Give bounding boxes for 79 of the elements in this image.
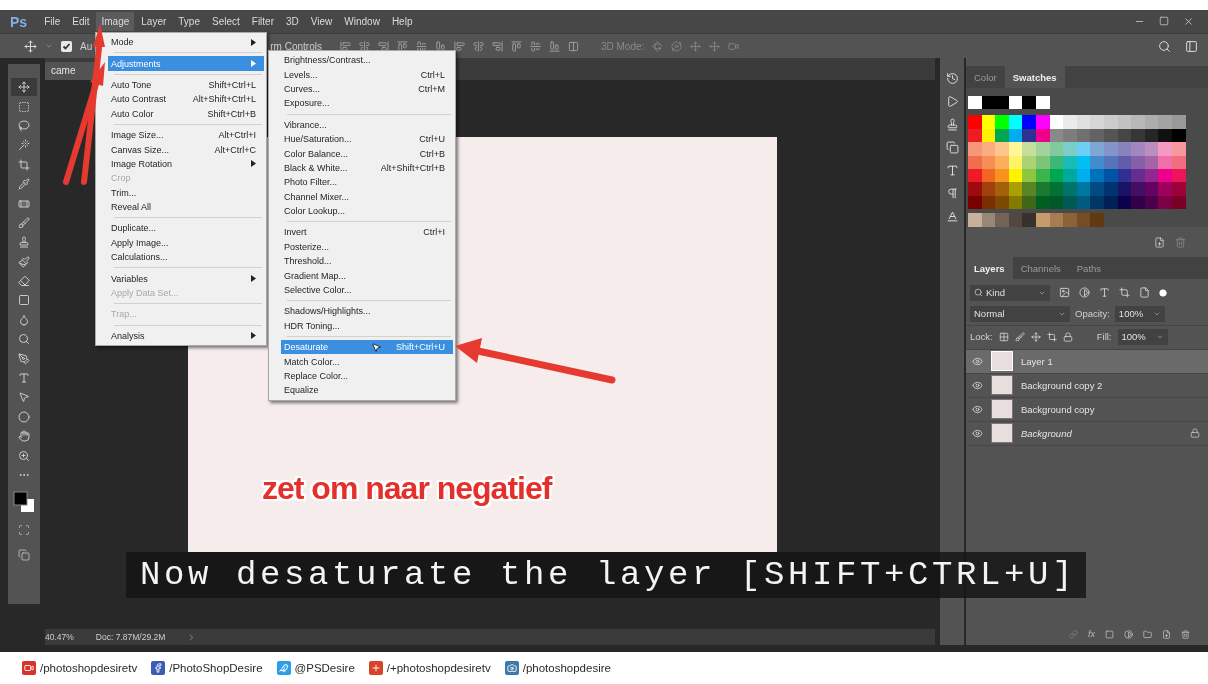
menu-item[interactable]: Variables xyxy=(108,271,264,286)
menu-item[interactable]: Photo Filter... xyxy=(281,175,453,190)
fx-button[interactable]: fx xyxy=(1088,629,1095,639)
filter-dropdown[interactable]: Kind xyxy=(970,284,1050,301)
menu-item[interactable]: Duplicate... xyxy=(108,221,264,236)
menu-item[interactable]: Replace Color... xyxy=(281,368,453,384)
menu-item[interactable]: Posterize... xyxy=(281,239,453,255)
social-link[interactable]: @PSDesire xyxy=(294,662,355,674)
menu-item[interactable]: Auto Contrast Alt+Shift+Ctrl+L xyxy=(108,92,264,107)
social-link[interactable]: /PhotoShopDesire xyxy=(169,662,263,674)
menu-title[interactable]: Type xyxy=(173,12,205,31)
menu-item[interactable]: Selective Color... xyxy=(281,282,453,298)
social-link[interactable]: /photoshopdesiretv xyxy=(40,662,138,674)
menu-item[interactable]: Brightness/Contrast... xyxy=(281,53,453,68)
menu-item[interactable]: Color Balance... Ctrl+B xyxy=(281,146,453,161)
panel-tab[interactable]: Swatches xyxy=(1004,66,1065,88)
menu-item[interactable]: Levels... Ctrl+L xyxy=(281,67,453,82)
social-link[interactable]: /photoshopdesire xyxy=(522,662,611,674)
menu-title[interactable]: Help xyxy=(386,12,418,31)
menu-item[interactable]: Gradient Map... xyxy=(281,268,453,283)
blend-mode-dropdown[interactable]: Normal xyxy=(970,305,1070,322)
lock-label: Lock: xyxy=(970,331,993,342)
checkbox-label: Au xyxy=(80,40,93,52)
menu-title[interactable]: Layer xyxy=(136,12,172,31)
menu-item[interactable]: Invert Ctrl+I xyxy=(281,225,453,240)
menu-item[interactable]: Black & White... Alt+Shift+Ctrl+B xyxy=(281,160,453,176)
layer-row[interactable]: Background copy 2 xyxy=(966,373,1208,398)
panel-tab[interactable]: Layers xyxy=(966,256,1013,279)
menu-title[interactable]: Window xyxy=(339,12,385,31)
menu-item[interactable]: Threshold... xyxy=(281,254,453,269)
panel-tab[interactable]: Color xyxy=(966,66,1005,88)
layer-name: Background copy xyxy=(1021,403,1096,415)
menu-item[interactable]: Canvas Size... Alt+Ctrl+C xyxy=(108,142,264,157)
menu-item[interactable]: Exposure... xyxy=(281,96,453,111)
zoom-level: 40.47% xyxy=(45,632,74,642)
menu-title[interactable]: Select xyxy=(207,12,245,31)
panel-tab[interactable]: Paths xyxy=(1068,256,1110,279)
menu-item[interactable]: Color Lookup... xyxy=(281,203,453,219)
menu-title[interactable]: Edit xyxy=(67,12,95,31)
menu-item[interactable]: Channel Mixer... xyxy=(281,189,453,204)
menu-item[interactable]: Analysis xyxy=(108,328,264,344)
layer-row[interactable]: Layer 1 xyxy=(966,349,1208,374)
menu-item[interactable]: Apply Image... xyxy=(108,235,264,251)
document-size: Doc: 7.87M/29.2M xyxy=(95,632,166,642)
checkbox-label: rm Controls xyxy=(270,40,322,52)
layer-row[interactable]: Background xyxy=(966,421,1208,446)
menu-item[interactable]: Shadows/Highlights... xyxy=(281,304,453,319)
menu-item[interactable]: Vibrance... xyxy=(281,117,453,132)
fill-field[interactable]: 100% xyxy=(1117,328,1168,345)
menu-item[interactable]: Reveal All xyxy=(108,199,264,215)
menu-item[interactable]: Match Color... xyxy=(281,354,453,369)
menu-item[interactable]: Image Rotation xyxy=(108,156,264,172)
layer-name: Background copy 2 xyxy=(1021,379,1104,391)
social-link[interactable]: /+photoshopdesiretv xyxy=(386,662,491,674)
menu-item[interactable]: Auto Tone Shift+Ctrl+L xyxy=(108,77,264,93)
opacity-label: Opacity: xyxy=(1075,308,1110,319)
menu-title[interactable]: Filter xyxy=(246,12,279,31)
menu-item[interactable]: Auto Color Shift+Ctrl+B xyxy=(108,106,264,121)
menu-item[interactable]: Image Size... Alt+Ctrl+I xyxy=(108,127,264,143)
layer-name: Background xyxy=(1021,427,1073,439)
fill-label: Fill: xyxy=(1096,331,1112,342)
overlay-caption: zet om naar negatief xyxy=(262,470,552,507)
opacity-field[interactable]: 100% xyxy=(1114,305,1165,322)
menu-item[interactable]: Trim... xyxy=(108,185,264,200)
menu-item[interactable]: Equalize xyxy=(281,383,453,398)
layer-row[interactable]: Background copy xyxy=(966,397,1208,422)
menu-item[interactable]: HDR Toning... xyxy=(281,318,453,334)
subtitle: Now desaturate the layer [SHIFT+CTRL+U] xyxy=(126,552,1086,598)
menu-title[interactable]: View xyxy=(305,12,338,31)
menu-item[interactable]: Hue/Saturation... Ctrl+U xyxy=(281,131,453,147)
menu-title[interactable]: 3D xyxy=(281,12,304,31)
menu-item[interactable]: Mode xyxy=(108,35,264,50)
layer-name: Layer 1 xyxy=(1021,355,1054,367)
menu-title[interactable]: File xyxy=(39,12,66,31)
menu-item[interactable]: Curves... Ctrl+M xyxy=(281,81,453,97)
menu-title[interactable]: Image xyxy=(96,12,135,31)
app-logo: Ps xyxy=(10,13,28,30)
panel-tab[interactable]: Channels xyxy=(1012,256,1069,279)
menu-item[interactable]: Calculations... xyxy=(108,250,264,265)
